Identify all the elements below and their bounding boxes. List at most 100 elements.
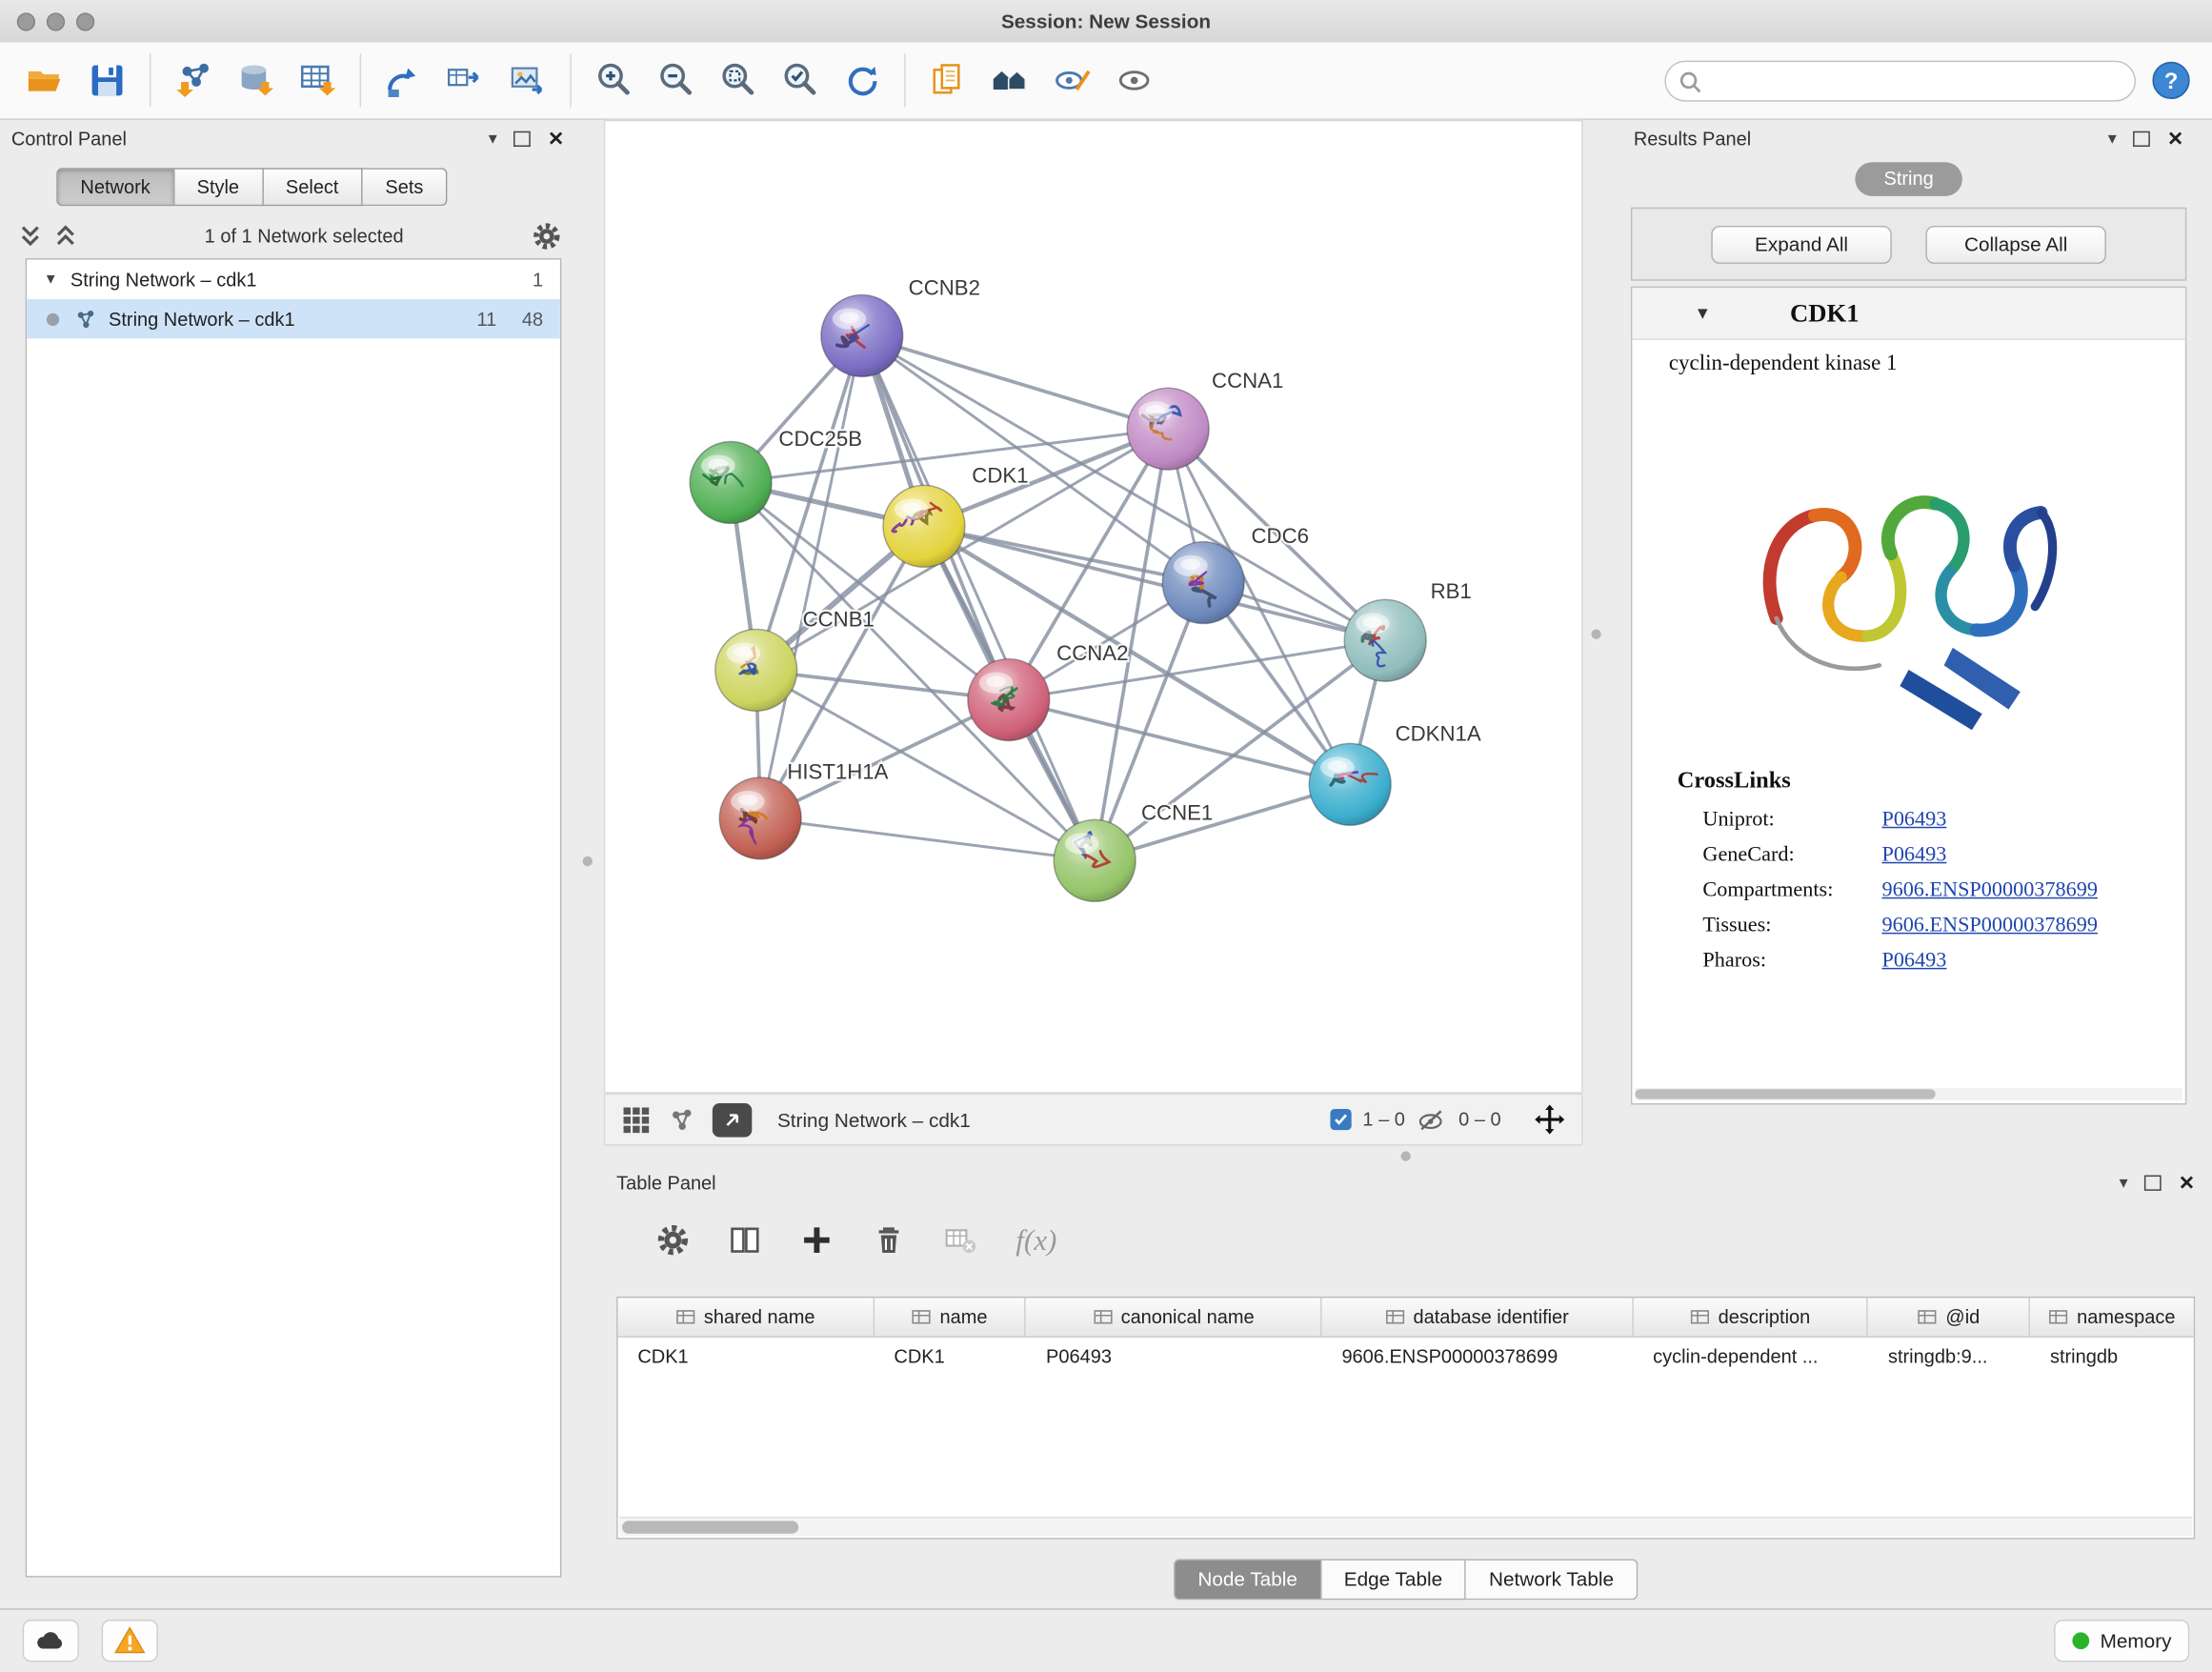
zoom-out-button[interactable] — [645, 50, 707, 111]
eye-pencil-icon — [1053, 61, 1092, 100]
table-horizontal-scrollbar[interactable] — [619, 1517, 2192, 1537]
export-image-button[interactable] — [496, 50, 558, 111]
bottom-splitter-handle[interactable] — [1401, 1151, 1411, 1160]
network-node[interactable]: CCNA1 — [1127, 369, 1283, 470]
network-edge — [862, 335, 1095, 860]
table-from-network-button[interactable] — [434, 50, 496, 111]
network-share-view-icon[interactable] — [667, 1105, 695, 1134]
open-in-new-window-button[interactable] — [713, 1102, 752, 1137]
selected-checkbox-icon[interactable] — [1330, 1109, 1351, 1130]
network-node-label: CCNA2 — [1056, 641, 1128, 665]
tab-network-table[interactable]: Network Table — [1466, 1559, 1638, 1600]
string-tab-badge[interactable]: String — [1855, 162, 1962, 196]
show-button[interactable] — [1103, 50, 1165, 111]
tree-root-label: String Network – cdk1 — [70, 269, 257, 290]
network-node-label: HIST1H1A — [787, 759, 888, 783]
column-header[interactable]: name — [875, 1298, 1027, 1336]
collapse-all-button[interactable]: Collapse All — [1925, 225, 2106, 263]
crosslink-uniprot-link[interactable]: P06493 — [1881, 809, 2184, 833]
column-header[interactable]: shared name — [618, 1298, 875, 1336]
network-node[interactable]: CCNE1 — [1054, 800, 1213, 901]
panel-float-icon[interactable] — [2133, 131, 2150, 146]
warnings-button[interactable] — [102, 1620, 158, 1662]
left-splitter-handle[interactable] — [583, 856, 593, 866]
tab-select[interactable]: Select — [263, 168, 362, 206]
disclosure-triangle-icon[interactable]: ▼ — [44, 272, 58, 287]
network-node[interactable]: HIST1H1A — [719, 759, 888, 858]
function-builder-button[interactable]: f(x) — [1016, 1222, 1056, 1258]
panel-close-icon[interactable]: ✕ — [2179, 1173, 2195, 1193]
crosslink-label: GeneCard: — [1702, 844, 1881, 868]
network-node-label: CCNA1 — [1212, 369, 1283, 393]
pan-crosshair-icon[interactable] — [1535, 1105, 1564, 1135]
open-session-button[interactable] — [14, 50, 76, 111]
tab-style[interactable]: Style — [174, 168, 263, 206]
expand-all-icon[interactable] — [20, 224, 41, 247]
hide-edit-button[interactable] — [1041, 50, 1103, 111]
network-node[interactable]: RB1 — [1344, 579, 1472, 681]
panel-close-icon[interactable]: ✕ — [2167, 129, 2183, 149]
column-header[interactable]: description — [1633, 1298, 1868, 1336]
panel-menu-icon[interactable]: ▾ — [489, 130, 497, 147]
gear-icon[interactable] — [532, 221, 561, 251]
refresh-button[interactable] — [831, 50, 893, 111]
panel-menu-icon[interactable]: ▾ — [2120, 1174, 2128, 1191]
table-row[interactable]: CDK1 CDK1 P06493 9606.ENSP00000378699 cy… — [618, 1338, 2194, 1375]
crosslink-genecard-link[interactable]: P06493 — [1881, 844, 2184, 868]
delete-column-icon[interactable] — [872, 1223, 906, 1258]
table-toolbar: f(x) — [656, 1212, 2196, 1268]
search-input[interactable] — [1664, 60, 2136, 101]
crosslink-compartments-link[interactable]: 9606.ENSP00000378699 — [1881, 879, 2184, 903]
tab-edge-table[interactable]: Edge Table — [1321, 1559, 1466, 1600]
network-node[interactable]: CCNB2 — [821, 276, 980, 377]
panel-close-icon[interactable]: ✕ — [548, 129, 564, 149]
collapse-all-icon[interactable] — [55, 224, 76, 247]
crosslink-pharos-link[interactable]: P06493 — [1881, 950, 2184, 974]
disclosure-triangle-icon[interactable]: ▼ — [1695, 303, 1712, 323]
crosslink-label: Compartments: — [1702, 879, 1881, 903]
application-window: Session: New Session — [0, 0, 2212, 1672]
panel-menu-icon[interactable]: ▾ — [2108, 130, 2117, 147]
cloud-status-button[interactable] — [23, 1620, 79, 1662]
zoom-selected-button[interactable] — [769, 50, 831, 111]
network-node[interactable]: CDKN1A — [1309, 721, 1481, 825]
column-header[interactable]: canonical name — [1026, 1298, 1321, 1336]
results-panel-title: Results Panel — [1634, 128, 1751, 149]
memory-button[interactable]: Memory — [2054, 1620, 2189, 1662]
add-column-icon[interactable] — [800, 1223, 835, 1258]
import-database-button[interactable] — [224, 50, 286, 111]
network-node[interactable]: CDK1 — [883, 463, 1029, 567]
panel-float-icon[interactable] — [513, 131, 531, 146]
network-canvas[interactable]: CCNB2CCNA1CDC25BCDK1CDC6RB1CCNB1CCNA2CDK… — [604, 120, 1583, 1094]
database-icon — [235, 61, 274, 100]
gene-description: cyclin-dependent kinase 1 — [1632, 340, 2184, 377]
expand-all-button[interactable]: Expand All — [1711, 225, 1892, 263]
gear-icon[interactable] — [656, 1223, 691, 1258]
tab-sets[interactable]: Sets — [363, 168, 448, 206]
copy-document-button[interactable] — [917, 50, 979, 111]
panel-float-icon[interactable] — [2144, 1175, 2162, 1190]
home-button[interactable] — [979, 50, 1041, 111]
results-horizontal-scrollbar[interactable] — [1635, 1088, 2182, 1100]
help-button[interactable]: ? — [2150, 56, 2198, 104]
tree-network-row[interactable]: String Network – cdk1 11 48 — [27, 299, 560, 338]
tab-network[interactable]: Network — [56, 168, 174, 206]
zoom-out-icon — [656, 61, 695, 100]
right-splitter-handle[interactable] — [1591, 629, 1600, 638]
column-header[interactable]: database identifier — [1322, 1298, 1634, 1336]
tree-root-row[interactable]: ▼ String Network – cdk1 1 — [27, 259, 560, 298]
grid-view-icon[interactable] — [622, 1105, 651, 1134]
zoom-in-button[interactable] — [583, 50, 645, 111]
network-from-selection-button[interactable] — [372, 50, 434, 111]
network-node-label: CCNB2 — [909, 276, 980, 300]
zoom-fit-button[interactable] — [707, 50, 769, 111]
import-table-button[interactable] — [287, 50, 349, 111]
gene-header[interactable]: ▼ CDK1 — [1632, 288, 2184, 340]
tab-node-table[interactable]: Node Table — [1174, 1559, 1321, 1600]
import-network-button[interactable] — [162, 50, 224, 111]
columns-icon[interactable] — [728, 1223, 762, 1258]
column-header[interactable]: @id — [1868, 1298, 2030, 1336]
save-session-button[interactable] — [76, 50, 138, 111]
column-header[interactable]: namespace — [2030, 1298, 2193, 1336]
crosslink-tissues-link[interactable]: 9606.ENSP00000378699 — [1881, 915, 2184, 938]
